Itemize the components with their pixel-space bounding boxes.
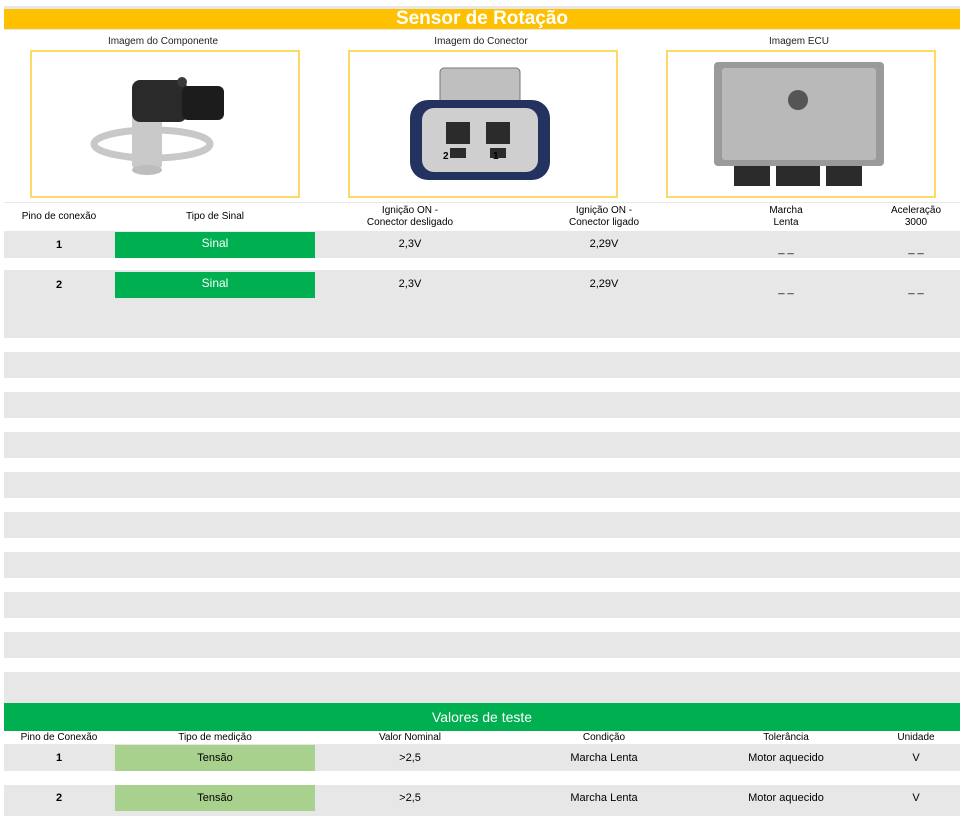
row-gap [4, 771, 960, 785]
row-gap [4, 378, 960, 392]
tv-row1-condition: Marcha Lenta [570, 752, 638, 764]
tv-row1-unit: V [912, 752, 920, 764]
tv-row2-condition: Marcha Lenta [570, 792, 638, 804]
sensor-illustration [90, 77, 224, 175]
tv-header-unit: Unidade [897, 732, 935, 743]
row2-pin: 2 [55, 279, 63, 291]
row2-disconnected: 2,3V [398, 278, 422, 290]
row2-idle: _ _ [778, 283, 794, 295]
header-idle-line2: Lenta [773, 217, 799, 228]
tv-row2-pin: 2 [55, 792, 63, 804]
row1-connected: 2,29V [589, 238, 619, 250]
tv-header-tolerance: Tolerância [763, 732, 809, 743]
row1-signal: Sinal [115, 232, 315, 258]
connector-image-label: Imagem do Conector [434, 36, 528, 47]
row1-pin: 1 [55, 239, 63, 251]
header-idle-line1: Marcha [769, 205, 803, 216]
row1-accel: _ _ [908, 243, 924, 255]
tv-row2-nominal: >2,5 [399, 792, 421, 804]
component-image [30, 50, 300, 198]
tv-header-measure-type: Tipo de medição [178, 732, 252, 743]
tv-header-condition: Condição [582, 732, 626, 743]
header-pin: Pino de conexão [21, 211, 97, 222]
tv-row1-nominal: >2,5 [399, 752, 421, 764]
row-gap [4, 418, 960, 432]
header-accel-line1: Aceleração [890, 205, 942, 216]
connector-image: 2 1 [348, 50, 618, 198]
page-title: Sensor de Rotação [4, 9, 960, 29]
connector-illustration: 2 1 [410, 67, 550, 180]
row1-idle: _ _ [778, 243, 794, 255]
connector-pin-2-label: 2 [443, 151, 449, 162]
tv-row1-tolerance: Motor aquecido [748, 752, 824, 764]
tv-row1-pin: 1 [55, 752, 63, 764]
tv-header-pin: Pino de Conexão [20, 732, 98, 743]
ecu-image [666, 50, 936, 198]
tv-row1-measure: Tensão [115, 745, 315, 771]
row-gap [4, 618, 960, 632]
row-gap [4, 658, 960, 672]
header-ign-on-line1: Ignição ON - [575, 205, 633, 216]
ecu-image-label: Imagem ECU [768, 36, 829, 47]
row2-accel: _ _ [908, 283, 924, 295]
header-accel-line2: 3000 [904, 217, 928, 228]
row2-signal: Sinal [115, 272, 315, 298]
tv-header-nominal: Valor Nominal [378, 732, 442, 743]
row-gap [4, 498, 960, 512]
tv-row2-unit: V [912, 792, 920, 804]
connector-pin-1-label: 1 [493, 151, 499, 162]
test-values-title: Valores de teste [4, 703, 960, 731]
header-ign-on-line2: Conector ligado [568, 217, 640, 228]
row-gap [4, 538, 960, 552]
row1-disconnected: 2,3V [398, 238, 422, 250]
component-image-label: Imagem do Componente [107, 36, 219, 47]
tv-row2-measure: Tensão [115, 785, 315, 811]
header-ign-off-line2: Conector desligado [366, 217, 454, 228]
header-signal-type: Tipo de Sinal [186, 211, 244, 222]
header-ign-off-line1: Ignição ON - [381, 205, 439, 216]
row-gap [4, 578, 960, 592]
row-gap [4, 338, 960, 352]
row2-connected: 2,29V [589, 278, 619, 290]
ecu-illustration [714, 62, 884, 186]
tv-row2-tolerance: Motor aquecido [748, 792, 824, 804]
row-gap [4, 458, 960, 472]
row-gap [4, 258, 960, 270]
